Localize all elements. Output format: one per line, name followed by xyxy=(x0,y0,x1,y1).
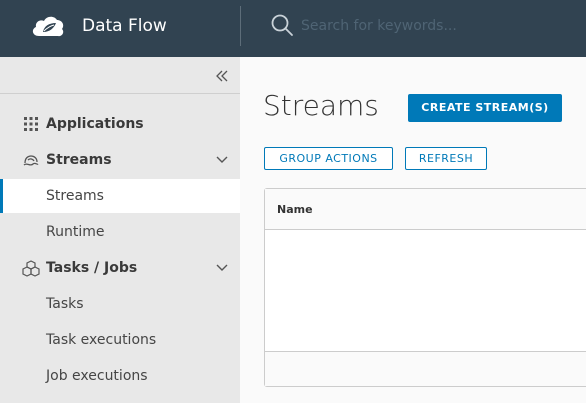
streams-table: Name xyxy=(264,188,586,387)
sidebar-item-label: Job executions xyxy=(46,368,148,384)
sidebar-item-runtime[interactable]: Runtime xyxy=(0,215,240,249)
chevron-down-icon[interactable] xyxy=(214,153,230,167)
sidebar-item-label: Runtime xyxy=(46,224,105,240)
sidebar-item-label: Streams xyxy=(46,152,112,168)
sidebar-item-label: Tasks xyxy=(46,296,84,312)
sidebar-item-label: Task executions xyxy=(46,332,157,348)
search-icon[interactable] xyxy=(270,13,294,37)
sidebar-item-tasks[interactable]: Tasks xyxy=(0,287,240,321)
refresh-button[interactable]: REFRESH xyxy=(405,147,487,170)
sidebar-item-label: Applications xyxy=(46,116,144,132)
group-actions-button[interactable]: GROUP ACTIONS xyxy=(264,147,393,170)
spring-leaf-cloud-icon[interactable] xyxy=(29,10,67,42)
grid-icon xyxy=(24,117,38,131)
table-footer xyxy=(265,351,586,386)
header-divider xyxy=(240,6,241,46)
sidebar-item-job-executions[interactable]: Job executions xyxy=(0,359,240,393)
sidebar-item-label: Streams xyxy=(46,188,104,204)
search-input[interactable] xyxy=(301,14,571,38)
sidebar: Applications Streams Streams Runtime Tas… xyxy=(0,57,240,403)
streams-icon xyxy=(23,155,39,166)
column-header-name[interactable]: Name xyxy=(277,203,313,216)
sidebar-divider xyxy=(0,93,240,94)
sidebar-item-label: Tasks / Jobs xyxy=(46,260,138,276)
table-header: Name xyxy=(265,189,586,230)
top-header: Data Flow xyxy=(0,0,586,57)
sidebar-item-task-executions[interactable]: Task executions xyxy=(0,323,240,357)
sidebar-item-tasks-jobs-section[interactable]: Tasks / Jobs xyxy=(0,251,240,285)
double-chevron-left-icon[interactable] xyxy=(212,66,232,86)
chevron-down-icon[interactable] xyxy=(214,261,230,275)
sidebar-item-streams[interactable]: Streams xyxy=(0,179,240,213)
sidebar-item-streams-section[interactable]: Streams xyxy=(0,143,240,177)
sidebar-item-applications[interactable]: Applications xyxy=(0,107,240,141)
app-title: Data Flow xyxy=(82,16,167,36)
create-stream-button[interactable]: CREATE STREAM(S) xyxy=(408,94,562,122)
page-title: Streams xyxy=(263,89,379,122)
tasks-icon xyxy=(22,260,40,277)
